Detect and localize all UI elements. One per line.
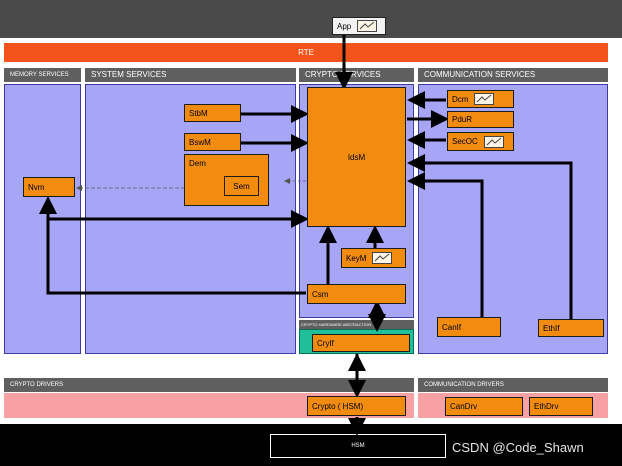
cryif-module: CryIf <box>312 334 410 352</box>
secoc-module: SecOC <box>447 132 514 151</box>
crypto-hsm-label: Crypto ( HSM) <box>312 401 364 411</box>
ethdrv-driver: EthDrv <box>529 397 593 416</box>
ethif-module: EthIf <box>538 319 604 337</box>
ethif-label: EthIf <box>543 323 560 333</box>
csm-label: Csm <box>312 289 329 299</box>
sem-module: Sem <box>224 176 259 196</box>
pdur-module: PduR <box>447 111 514 128</box>
sem-label: Sem <box>233 181 250 191</box>
csm-module: Csm <box>307 284 406 304</box>
keym-label: KeyM <box>346 253 367 263</box>
stbm-label: StbM <box>189 108 208 118</box>
chart-icon <box>483 135 504 148</box>
ethdrv-label: EthDrv <box>534 402 559 411</box>
chart-icon <box>372 252 393 264</box>
bswm-module: BswM <box>184 133 241 151</box>
canif-module: CanIf <box>437 317 501 337</box>
candrv-driver: CanDrv <box>445 397 523 416</box>
pdur-label: PduR <box>452 115 473 124</box>
candrv-label: CanDrv <box>450 402 478 411</box>
dcm-module: Dcm <box>447 90 514 108</box>
nvm-label: Nvm <box>28 182 45 192</box>
crypto-hsm-driver: Crypto ( HSM) <box>307 396 406 416</box>
bswm-label: BswM <box>189 137 211 147</box>
secoc-label: SecOC <box>452 137 478 146</box>
dem-label: Dem <box>189 159 206 168</box>
stbm-module: StbM <box>184 104 241 122</box>
keym-module: KeyM <box>341 248 406 268</box>
idsm-label: IdsM <box>347 152 366 162</box>
canif-label: CanIf <box>442 322 462 332</box>
dcm-label: Dcm <box>452 94 469 104</box>
idsm-module: IdsM <box>307 87 406 227</box>
nvm-module: Nvm <box>23 177 75 197</box>
cryif-label: CryIf <box>317 338 334 348</box>
chart-icon <box>474 93 495 105</box>
